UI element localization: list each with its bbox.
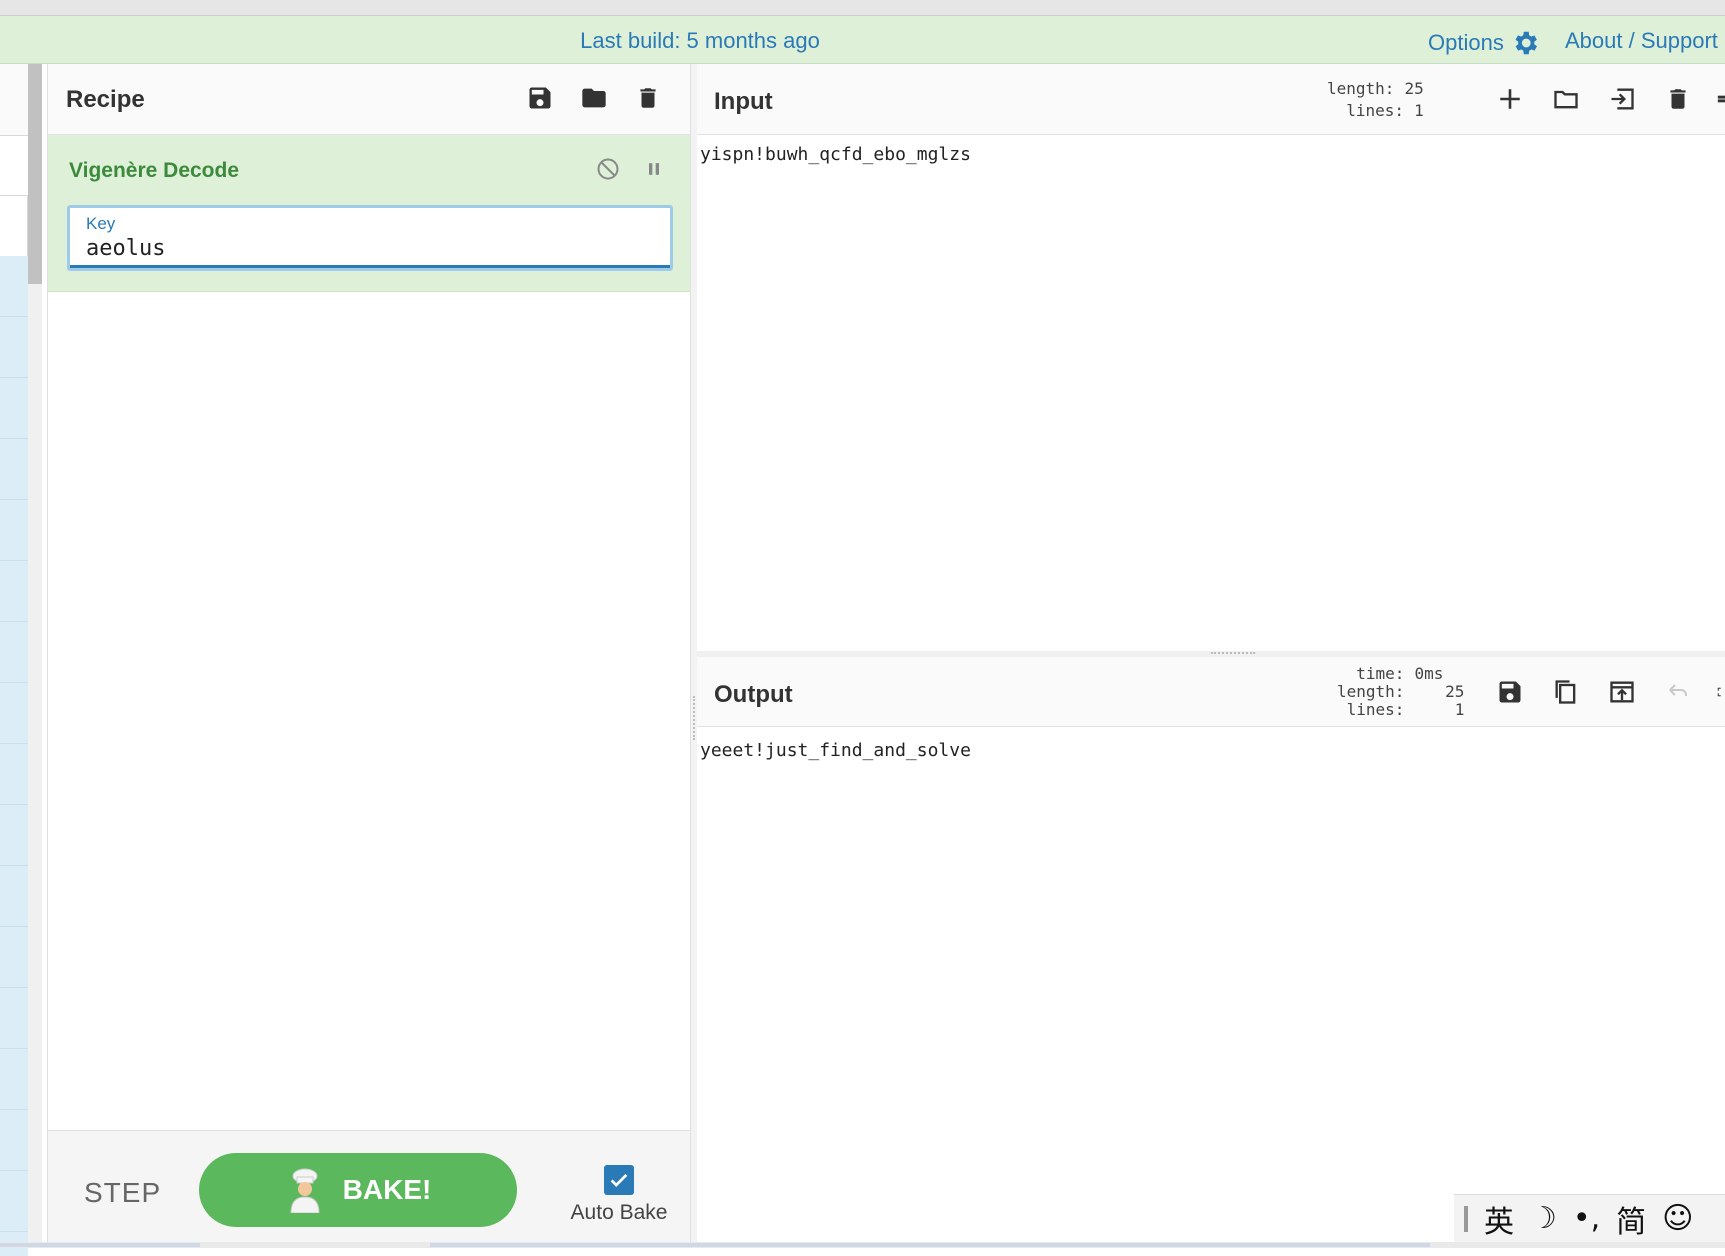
gear-icon [1515,31,1537,55]
replace-input-with-output-button[interactable] [1605,675,1639,709]
output-time-value: 0ms [1414,664,1444,683]
undo-icon [1669,684,1687,696]
clear-input-button[interactable] [1661,82,1695,116]
output-title: Output [714,681,793,708]
output-time-label: time: [1356,664,1405,683]
output-lines-value: 1 [1454,700,1465,719]
output-header: Output time: 0ms length: 25 lines: 1 [697,657,1725,727]
open-file-input-button[interactable] [1605,82,1639,116]
recipe-footer: STEP BAKE! Auto Bake [48,1130,690,1248]
operations-panel-sliver [0,64,28,1256]
ime-language-toggle[interactable]: 英 [1484,1197,1514,1241]
recipe-header: Recipe [48,64,690,135]
input-lines-value: 1 [1414,101,1424,120]
input-toolbar [1493,82,1725,116]
folder-outline-icon [1554,90,1578,109]
clear-recipe-button[interactable] [632,82,664,114]
operations-list[interactable] [0,256,28,1256]
key-input-focus-underline [70,265,670,268]
key-label: Key [86,214,116,233]
options-button[interactable]: Options [1428,28,1540,58]
key-input[interactable] [86,236,656,261]
operations-header [0,64,28,136]
bottom-strip [0,1242,1725,1248]
recipe-title: Recipe [66,86,145,113]
plus-icon [1500,89,1520,109]
save-icon [1499,681,1521,703]
step-button[interactable]: STEP [84,1177,161,1209]
folder-icon [582,88,606,108]
bake-label: BAKE! [342,1174,432,1205]
input-title: Input [714,88,773,115]
output-length-value: 25 [1445,682,1465,701]
open-folder-input-button[interactable] [1549,82,1583,116]
input-header: Input length: 25 lines: 1 [697,64,1725,135]
recipe-operation-vigenere-decode[interactable]: Vigenère Decode Key [48,135,690,292]
input-length-label: length: [1327,79,1395,98]
browser-top-strip [0,0,1725,16]
input-lines-label: lines: [1346,101,1405,120]
resize-grip [693,696,695,740]
bake-button[interactable]: BAKE! [199,1153,517,1227]
ime-emoji-icon[interactable]: ☺ [1662,1201,1693,1236]
input-textarea[interactable]: yispn!buwh_qcfd_ebo_mglzs [700,144,971,165]
input-stats: length: 25 lines: 1 [1327,78,1424,122]
ime-drag-handle[interactable] [1464,1205,1468,1232]
maximize-output-button[interactable] [1717,675,1725,709]
ime-moon-icon[interactable]: ☽ [1530,1201,1557,1236]
options-label: Options [1428,30,1504,55]
disable-operation-button[interactable] [594,155,622,183]
operations-search[interactable] [0,136,28,196]
layout-icon [1717,95,1725,103]
key-argument-field[interactable]: Key [67,205,673,271]
auto-bake-checkbox[interactable] [604,1165,634,1195]
bottom-strip-segment [430,1243,1430,1247]
auto-bake-toggle[interactable]: Auto Bake [564,1165,674,1225]
move-to-input-icon [1610,681,1634,703]
output-text: yeeet!just_find_and_solve [700,740,971,761]
chef-icon [290,1168,320,1213]
input-length-value: 25 [1404,79,1424,98]
auto-bake-label: Auto Bake [570,1201,668,1224]
disable-icon [597,158,619,180]
scrollbar-thumb[interactable] [28,64,42,284]
file-input-icon [1611,88,1634,110]
undo-button[interactable] [1661,675,1695,709]
top-banner: Last build: 5 months ago Options About /… [0,16,1725,64]
ime-toolbar: 英 ☽ •, 简 ☺ [1454,1194,1725,1242]
output-stats: time: 0ms length: 25 lines: 1 [1337,665,1464,719]
input-panel: Input length: 25 lines: 1 yispn!buwh_qcfd_… [697,64,1725,651]
pause-icon [649,163,659,175]
copy-output-button[interactable] [1549,675,1583,709]
output-toolbar [1493,675,1725,709]
last-build-text: Last build: 5 months ago [580,28,820,53]
recipe-header-icons [524,82,664,114]
bottom-strip-segment [0,1243,200,1247]
save-icon [529,87,551,109]
operations-scrollbar[interactable] [28,64,42,1248]
add-input-tab-button[interactable] [1493,82,1527,116]
input-layout-button[interactable] [1717,82,1725,116]
load-recipe-button[interactable] [578,82,610,114]
trash-icon [1670,89,1686,109]
output-lines-label: lines: [1346,700,1405,719]
about-support-link[interactable]: About / Support [1565,28,1718,54]
trash-icon [640,88,656,108]
ime-simplified-toggle[interactable]: 简 [1616,1197,1646,1241]
checkmark-icon [610,1173,628,1187]
save-recipe-button[interactable] [524,82,556,114]
recipe-panel: Recipe Vigenère Decode Key aeolus STEP B… [47,64,691,1248]
operation-title: Vigenère Decode [69,159,240,182]
save-output-button[interactable] [1493,675,1527,709]
operation-controls [594,155,668,183]
output-length-label: length: [1337,682,1405,701]
maximize-icon [1717,687,1721,697]
ime-punctuation-toggle[interactable]: •, [1573,1201,1600,1236]
resize-grip [1211,652,1255,654]
breakpoint-button[interactable] [640,155,668,183]
copy-icon [1555,680,1576,704]
output-panel: Output time: 0ms length: 25 lines: 1 yeeet!… [697,657,1725,1248]
